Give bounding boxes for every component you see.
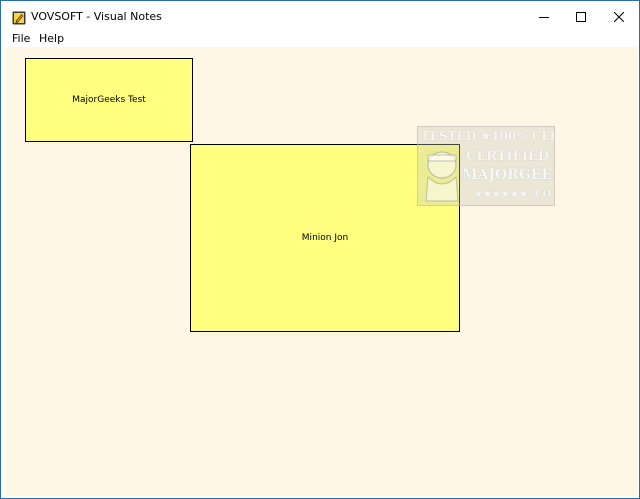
watermark-line2: CERTIFIED	[466, 149, 550, 164]
close-icon	[614, 12, 624, 22]
mascot-icon	[425, 151, 459, 202]
menu-file[interactable]: File	[12, 33, 30, 45]
watermark-line4: ★★★★★★ .COM	[474, 189, 555, 200]
pencil-notepad-icon	[12, 10, 26, 25]
minimize-icon	[539, 17, 549, 18]
menu-bar: File Help	[1, 33, 639, 47]
note-text: MajorGeeks Test	[72, 95, 146, 105]
close-button[interactable]	[600, 1, 638, 33]
app-window: VOVSOFT - Visual Notes File Help MajorGe…	[0, 0, 640, 499]
majorgeeks-watermark: TESTED ★100% CLEAN CERTIFIED MAJORGEEKS …	[417, 126, 555, 206]
watermark-line3: MAJORGEEKS	[462, 167, 554, 183]
notes-canvas[interactable]: MajorGeeks Test Minion Jon	[5, 47, 637, 496]
maximize-button[interactable]	[562, 1, 600, 33]
maximize-icon	[576, 12, 586, 22]
minimize-button[interactable]	[525, 1, 563, 33]
note-text: Minion Jon	[301, 233, 349, 243]
watermark-line1: TESTED ★100% CLEAN	[421, 129, 554, 143]
note-majorgeeks-test[interactable]: MajorGeeks Test	[25, 58, 193, 142]
title-bar[interactable]: VOVSOFT - Visual Notes	[1, 1, 639, 33]
menu-help[interactable]: Help	[39, 33, 64, 45]
window-title: VOVSOFT - Visual Notes	[31, 10, 162, 23]
